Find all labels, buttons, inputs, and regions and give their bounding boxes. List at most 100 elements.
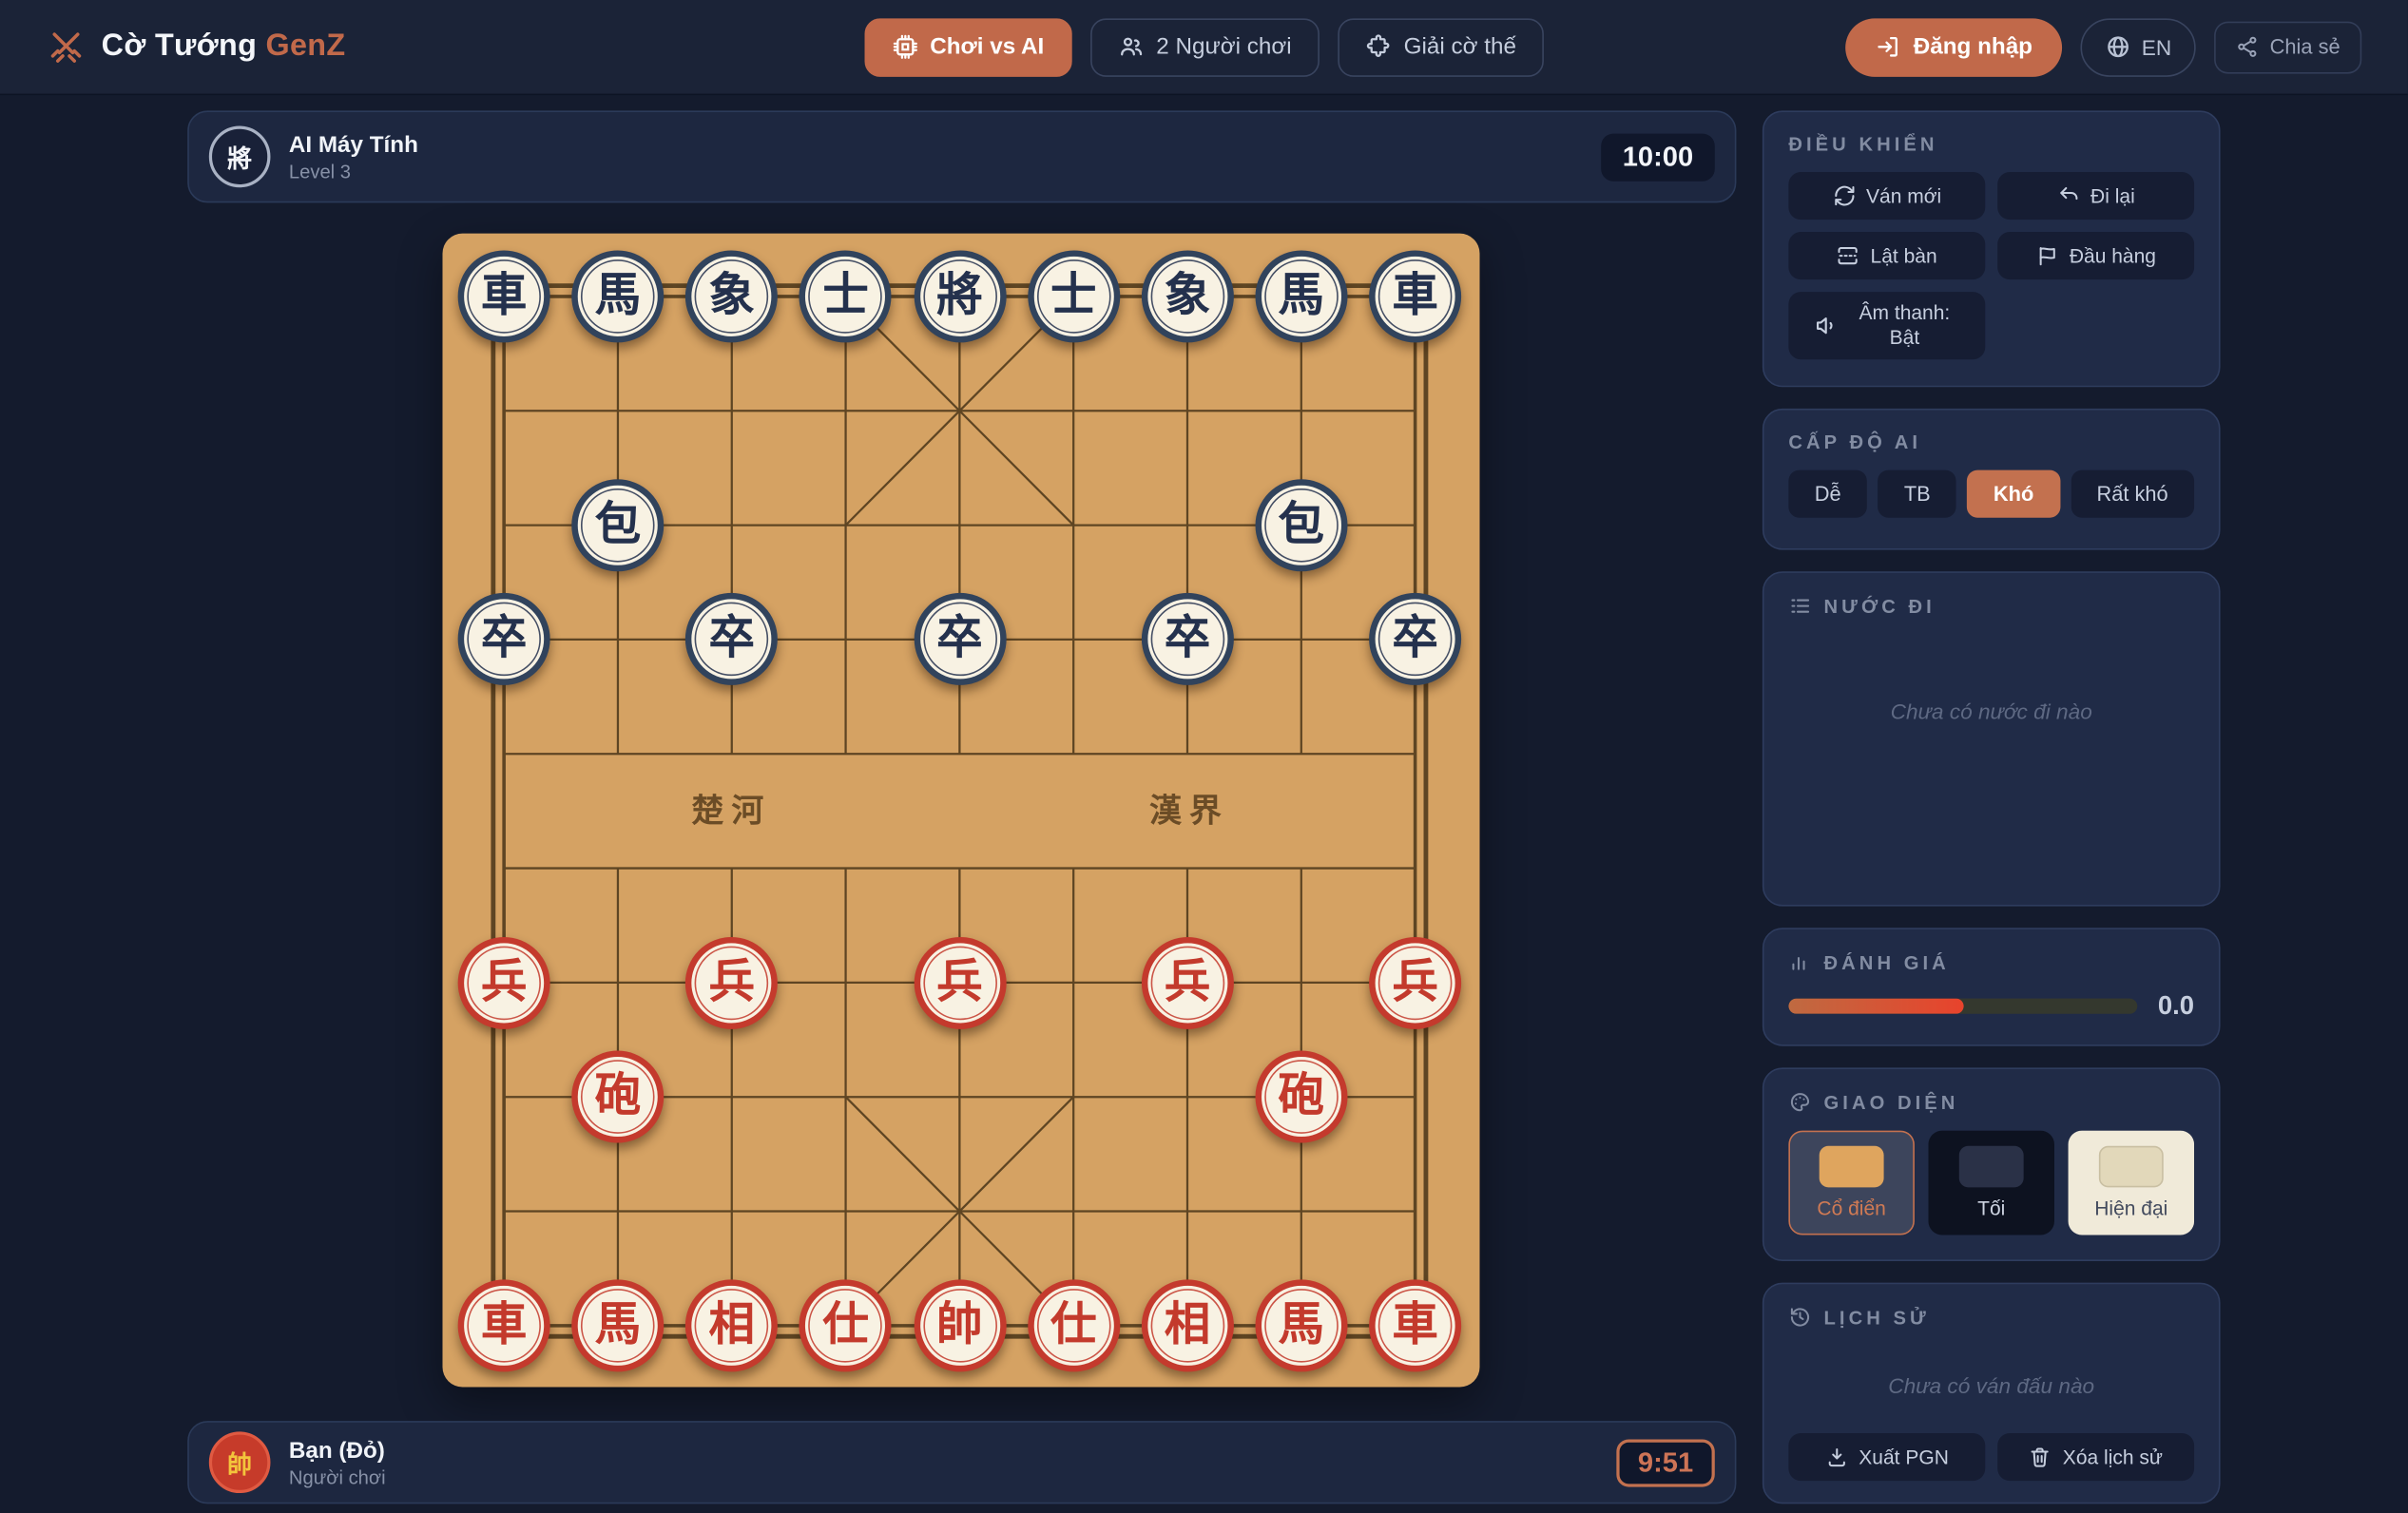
new-game-label: Ván mới [1865, 183, 1942, 208]
theme-swatch-modern [2098, 1145, 2164, 1188]
tab-puzzles[interactable]: Giải cờ thế [1338, 17, 1545, 77]
board-piece-red-r9c1[interactable]: 馬 [571, 1279, 665, 1372]
board-piece-black-r3c8[interactable]: 卒 [1369, 593, 1462, 686]
piece-character: 帥 [936, 1299, 983, 1350]
piece-character: 兵 [1164, 956, 1211, 1007]
piece-character: 包 [594, 499, 642, 550]
login-button[interactable]: Đăng nhập [1845, 17, 2062, 77]
board-piece-black-r0c2[interactable]: 象 [685, 250, 779, 343]
top-player-bar: 將 AI Máy Tính Level 3 10:00 [187, 110, 1737, 203]
share-button[interactable]: Chia sẻ [2214, 20, 2362, 73]
crossed-swords-icon [50, 31, 82, 63]
piece-character: 車 [480, 1299, 528, 1350]
difficulty-medium-button[interactable]: TB [1878, 469, 1957, 518]
difficulty-hard-button[interactable]: Khó [1967, 469, 2060, 518]
board-piece-black-r3c4[interactable]: 卒 [913, 593, 1006, 686]
language-button[interactable]: EN [2080, 17, 2197, 77]
theme-label-dark: Tối [1977, 1197, 2006, 1220]
palette-icon [1790, 1093, 1810, 1112]
piece-character: 士 [822, 270, 869, 321]
new-game-button[interactable]: Ván mới [1788, 172, 1986, 220]
board-piece-red-r7c7[interactable]: 砲 [1255, 1050, 1348, 1143]
cpu-icon [892, 34, 917, 59]
history-title: LỊCH SỬ [1788, 1306, 2194, 1329]
board-piece-black-r3c6[interactable]: 卒 [1141, 593, 1234, 686]
moves-empty-note: Chưa có nước đi nào [1890, 699, 2092, 724]
history-empty-note: Chưa có ván đấu nào [1888, 1372, 2095, 1398]
piece-character: 仕 [822, 1299, 869, 1350]
moves-title-text: NƯỚC ĐI [1823, 595, 1936, 617]
bottom-player-subtitle: Người chơi [288, 1465, 386, 1488]
board-piece-red-r9c0[interactable]: 車 [457, 1279, 550, 1372]
board-piece-black-r3c0[interactable]: 卒 [457, 593, 550, 686]
export-pgn-button[interactable]: Xuất PGN [1788, 1433, 1986, 1482]
board-piece-black-r0c5[interactable]: 士 [1027, 250, 1120, 343]
board-piece-black-r2c7[interactable]: 包 [1255, 479, 1348, 572]
evaluation-bar [1788, 998, 2138, 1014]
board-piece-red-r7c1[interactable]: 砲 [571, 1050, 665, 1143]
board-piece-red-r9c3[interactable]: 仕 [799, 1279, 893, 1372]
board-piece-red-r9c2[interactable]: 相 [685, 1279, 779, 1372]
piece-character: 象 [1164, 270, 1211, 321]
board-piece-black-r0c4[interactable]: 將 [913, 250, 1006, 343]
board-piece-red-r6c0[interactable]: 兵 [457, 936, 550, 1029]
board-piece-black-r0c0[interactable]: 車 [457, 250, 550, 343]
board-piece-red-r9c5[interactable]: 仕 [1027, 1279, 1120, 1372]
theme-option-dark[interactable]: Tối [1928, 1130, 2054, 1235]
tab-label: Giải cờ thế [1403, 33, 1516, 61]
flag-icon [2039, 247, 2055, 266]
board-piece-black-r2c1[interactable]: 包 [571, 479, 665, 572]
piece-character: 象 [708, 270, 756, 321]
nav-right: Đăng nhập EN Chia sẻ [1845, 17, 2362, 77]
board-piece-red-r6c6[interactable]: 兵 [1141, 936, 1234, 1029]
board-piece-black-r0c1[interactable]: 馬 [571, 250, 665, 343]
tab-label: 2 Người chơi [1156, 33, 1292, 61]
bottom-player-timer: 9:51 [1616, 1438, 1715, 1486]
xiangqi-board[interactable]: 楚河 漢界 車馬象士將士象馬車包包卒卒卒卒卒兵兵兵兵兵砲砲車馬相仕帥仕相馬車 [442, 233, 1480, 1388]
clear-history-button[interactable]: Xóa lịch sử [1997, 1433, 2195, 1482]
flip-board-icon [1839, 247, 1859, 265]
tab-play-vs-ai[interactable]: Chơi vs AI [863, 17, 1072, 77]
globe-icon [2107, 36, 2129, 58]
board-piece-red-r9c8[interactable]: 車 [1369, 1279, 1462, 1372]
flip-board-button[interactable]: Lật bàn [1788, 232, 1986, 280]
board-piece-black-r0c3[interactable]: 士 [799, 250, 893, 343]
difficulty-veryhard-button[interactable]: Rất khó [2071, 469, 2195, 518]
board-piece-red-r6c2[interactable]: 兵 [685, 936, 779, 1029]
piece-character: 馬 [1278, 1299, 1325, 1350]
piece-character: 相 [1164, 1299, 1211, 1350]
board-piece-red-r6c8[interactable]: 兵 [1369, 936, 1462, 1029]
history-clock-icon [1790, 1308, 1810, 1327]
board-piece-black-r0c8[interactable]: 車 [1369, 250, 1462, 343]
piece-character: 卒 [480, 613, 528, 664]
board-piece-red-r9c4[interactable]: 帥 [913, 1279, 1006, 1372]
theme-title-text: GIAO DIỆN [1823, 1091, 1959, 1114]
theme-option-classic[interactable]: Cổ điển [1788, 1130, 1915, 1235]
bar-chart-icon [1792, 957, 1805, 970]
board-piece-red-r9c6[interactable]: 相 [1141, 1279, 1234, 1372]
flip-board-label: Lật bàn [1870, 243, 1937, 268]
theme-swatch-classic [1819, 1145, 1884, 1188]
undo-button[interactable]: Đi lại [1997, 172, 2195, 220]
board-piece-red-r6c4[interactable]: 兵 [913, 936, 1006, 1029]
sound-toggle-button[interactable]: Âm thanh: Bật [1788, 292, 1986, 360]
piece-character: 車 [480, 270, 528, 321]
piece-character: 車 [1392, 270, 1438, 321]
board-piece-red-r9c7[interactable]: 馬 [1255, 1279, 1348, 1372]
difficulty-easy-button[interactable]: Dễ [1788, 469, 1868, 518]
difficulty-panel: CẤP ĐỘ AI Dễ TB Khó Rất khó [1762, 408, 2221, 550]
board-piece-black-r0c7[interactable]: 馬 [1255, 250, 1348, 343]
resign-button[interactable]: Đầu hàng [1997, 232, 2195, 280]
piece-character: 兵 [1392, 956, 1438, 1007]
board-piece-black-r0c6[interactable]: 象 [1141, 250, 1234, 343]
theme-label-modern: Hiện đại [2094, 1197, 2168, 1220]
piece-character: 砲 [594, 1070, 642, 1122]
theme-label-classic: Cổ điển [1817, 1197, 1886, 1220]
tab-two-players[interactable]: 2 Người chơi [1089, 17, 1320, 77]
piece-character: 馬 [1278, 270, 1325, 321]
bottom-player-name: Bạn (Đỏ) [288, 1437, 385, 1464]
piece-character: 卒 [708, 613, 756, 664]
moves-title: NƯỚC ĐI [1788, 595, 2194, 618]
theme-option-modern[interactable]: Hiện đại [2068, 1130, 2195, 1235]
tab-label: Chơi vs AI [930, 33, 1045, 61]
